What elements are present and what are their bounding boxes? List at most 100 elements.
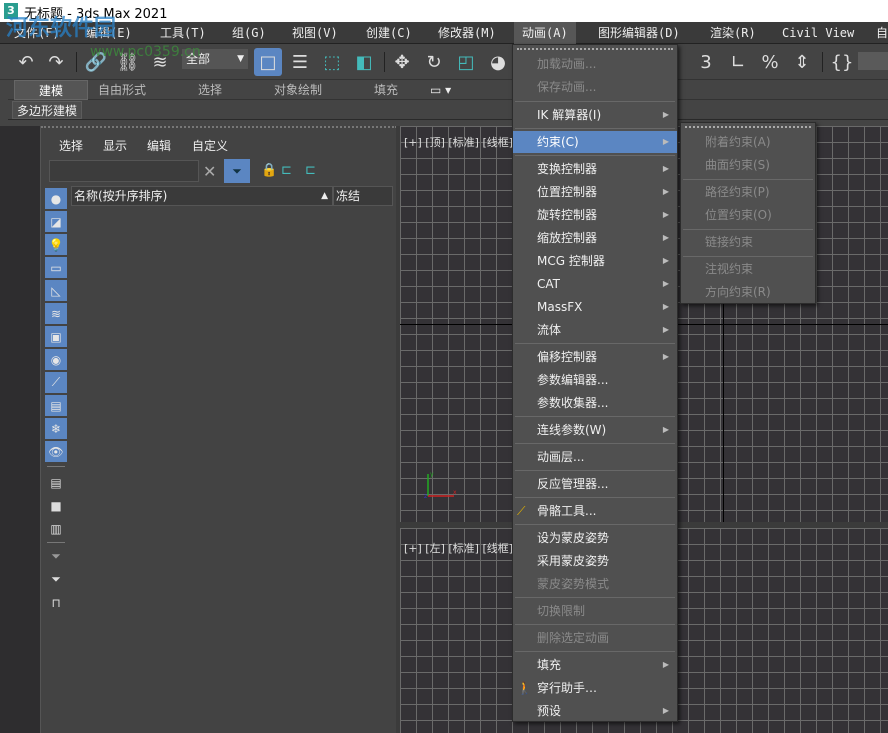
menu-animation[interactable]: 动画(A) — [514, 22, 576, 44]
menu-item-transform-controllers[interactable]: 变换控制器 ▶ — [513, 158, 677, 180]
lock-icon[interactable]: 🔒 — [261, 163, 277, 178]
menu-customize[interactable]: 自 — [876, 22, 888, 44]
shapes-filter-icon[interactable]: ◪ — [45, 211, 67, 232]
display-all-icon[interactable]: ▤ — [45, 472, 67, 493]
containers-filter-icon[interactable]: ▤ — [45, 395, 67, 416]
menu-item-surface-constraint[interactable]: 曲面约束(S) — [681, 154, 815, 176]
menu-item-set-skin-pose[interactable]: 设为蒙皮姿势 — [513, 527, 677, 549]
cameras-filter-icon[interactable]: ▭ — [45, 257, 67, 278]
freeze-column-header[interactable]: 冻结 — [333, 186, 393, 206]
explorer-menu-select[interactable]: 选择 — [59, 137, 83, 154]
menu-item-toggle-limits[interactable]: 切换限制 — [513, 600, 677, 622]
ribbon-tab-selection[interactable]: 选择 — [198, 80, 222, 100]
viewport-label-top[interactable]: [+] [顶] [标准] [线框] — [404, 134, 513, 150]
named-selection-field[interactable] — [858, 52, 888, 70]
menu-views[interactable]: 视图(V) — [292, 22, 338, 44]
ribbon-tab-object-paint[interactable]: 对象绘制 — [274, 80, 322, 100]
name-column-header[interactable]: 名称(按升序排序) ▲ — [71, 186, 333, 206]
undo-icon[interactable]: ↶ — [12, 48, 40, 76]
menu-item-position-controllers[interactable]: 位置控制器 ▶ — [513, 181, 677, 203]
edit-named-selection-icon[interactable]: {} — [828, 48, 856, 76]
lights-filter-icon[interactable]: 💡 — [45, 234, 67, 255]
ribbon-tab-populate[interactable]: 填充 — [374, 80, 398, 100]
menu-item-reaction-manager[interactable]: 反应管理器... — [513, 473, 677, 495]
xrefs-filter-icon[interactable]: ◉ — [45, 349, 67, 370]
select-by-name-icon[interactable]: ☰ — [286, 48, 314, 76]
invert-display-icon[interactable]: ▥ — [45, 518, 67, 539]
hierarchy-collapse-icon[interactable]: ⊏ — [305, 163, 316, 178]
menu-item-offset-controllers[interactable]: 偏移控制器 ▶ — [513, 346, 677, 368]
panel-grip[interactable] — [41, 126, 397, 132]
layer-icon[interactable]: ⊓ — [45, 592, 67, 613]
menu-item-lookat-constraint[interactable]: 注视约束 — [681, 258, 815, 280]
menu-tearoff[interactable] — [517, 48, 673, 50]
menu-item-rotation-controllers[interactable]: 旋转控制器 ▶ — [513, 204, 677, 226]
polygon-modeling-panel[interactable]: 多边形建模 — [12, 101, 83, 119]
menu-item-attachment-constraint[interactable]: 附着约束(A) — [681, 131, 815, 153]
menu-tools[interactable]: 工具(T) — [160, 22, 206, 44]
menu-item-cat[interactable]: CAT ▶ — [513, 273, 677, 295]
bones-filter-icon[interactable]: ⟋ — [45, 372, 67, 393]
menu-item-orientation-constraint[interactable]: 方向约束(R) — [681, 281, 815, 303]
rect-selection-icon[interactable]: ⬚ — [318, 48, 346, 76]
menu-item-delete-selected-animation[interactable]: 删除选定动画 — [513, 627, 677, 649]
select-object-icon[interactable]: □ — [254, 48, 282, 76]
rotate-icon[interactable]: ↻ — [420, 48, 448, 76]
angle-snap-icon[interactable]: ∟ — [724, 48, 752, 76]
geometry-filter-icon[interactable]: ● — [45, 188, 67, 209]
display-none-icon[interactable]: ■ — [45, 495, 67, 516]
menu-item-load-animation[interactable]: 加载动画... — [513, 53, 677, 75]
menu-group[interactable]: 组(G) — [232, 22, 266, 44]
spinner-snap-icon[interactable]: ⇕ — [788, 48, 816, 76]
menu-item-constraints[interactable]: 约束(C) ▶ — [513, 131, 677, 153]
menu-item-save-animation[interactable]: 保存动画... — [513, 76, 677, 98]
menu-item-parameter-editor[interactable]: 参数编辑器... — [513, 369, 677, 391]
snap-3d-icon[interactable]: 3 — [692, 48, 720, 76]
particles-filter-icon[interactable]: ❄ — [45, 418, 67, 439]
window-crossing-icon[interactable]: ◧ — [350, 48, 378, 76]
search-input[interactable] — [49, 160, 199, 182]
menu-item-fluids[interactable]: 流体 ▶ — [513, 319, 677, 341]
placement-icon[interactable]: ◕ — [484, 48, 512, 76]
filter-icon[interactable]: ⏷ — [45, 569, 67, 590]
menu-item-presets[interactable]: 预设 ▶ — [513, 700, 677, 722]
menu-create[interactable]: 创建(C) — [366, 22, 412, 44]
menu-item-assume-skin-pose[interactable]: 采用蒙皮姿势 — [513, 550, 677, 572]
menu-item-walkthrough-assistant[interactable]: 🚶 穿行助手… — [513, 677, 677, 699]
hierarchy-expand-icon[interactable]: ⊏ — [281, 163, 292, 178]
menu-modifiers[interactable]: 修改器(M) — [438, 22, 496, 44]
menu-item-skin-pose-mode[interactable]: 蒙皮姿势模式 — [513, 573, 677, 595]
menu-tearoff[interactable] — [685, 126, 811, 128]
ribbon-tab-freeform[interactable]: 自由形式 — [98, 80, 146, 100]
filter-toggle-icon[interactable]: ⏷ — [224, 159, 250, 183]
percent-snap-icon[interactable]: % — [756, 48, 784, 76]
explorer-menu-edit[interactable]: 编辑 — [147, 137, 171, 154]
hidden-filter-icon[interactable]: 👁 — [45, 441, 67, 462]
menu-item-scale-controllers[interactable]: 缩放控制器 ▶ — [513, 227, 677, 249]
menu-graph-editors[interactable]: 图形编辑器(D) — [598, 22, 680, 44]
menu-item-wire-parameters[interactable]: 连线参数(W) ▶ — [513, 419, 677, 441]
space-warps-filter-icon[interactable]: ≋ — [45, 303, 67, 324]
menu-item-position-constraint[interactable]: 位置约束(O) — [681, 204, 815, 226]
groups-filter-icon[interactable]: ▣ — [45, 326, 67, 347]
menu-civil-view[interactable]: Civil View — [782, 22, 854, 44]
menu-item-parameter-collector[interactable]: 参数收集器... — [513, 392, 677, 414]
menu-item-ik-solvers[interactable]: IK 解算器(I) ▶ — [513, 104, 677, 126]
ribbon-options-icon[interactable]: ▭ ▾ — [430, 80, 451, 100]
menu-rendering[interactable]: 渲染(R) — [710, 22, 756, 44]
menu-item-mcg-controllers[interactable]: MCG 控制器 ▶ — [513, 250, 677, 272]
menu-item-animation-layers[interactable]: 动画层... — [513, 446, 677, 468]
menu-item-massfx[interactable]: MassFX ▶ — [513, 296, 677, 318]
explorer-menu-customize[interactable]: 自定义 — [192, 137, 228, 154]
ribbon-tab-modeling[interactable]: 建模 — [14, 80, 89, 100]
scale-icon[interactable]: ◰ — [452, 48, 480, 76]
menu-item-path-constraint[interactable]: 路径约束(P) — [681, 181, 815, 203]
menu-item-bone-tools[interactable]: ⟋ 骨骼工具... — [513, 500, 677, 522]
explorer-menu-display[interactable]: 显示 — [103, 137, 127, 154]
menu-item-link-constraint[interactable]: 链接约束 — [681, 231, 815, 253]
viewport-label-left[interactable]: [+] [左] [标准] [线框] — [404, 540, 513, 556]
helpers-filter-icon[interactable]: ◺ — [45, 280, 67, 301]
redo-icon[interactable]: ↷ — [42, 48, 70, 76]
menu-item-populate[interactable]: 填充 ▶ — [513, 654, 677, 676]
clear-search-icon[interactable]: ✕ — [203, 162, 216, 181]
